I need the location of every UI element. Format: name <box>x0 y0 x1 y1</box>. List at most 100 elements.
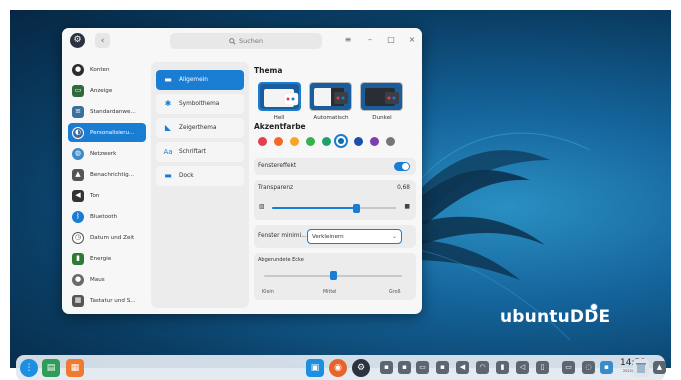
sidebar-item-bluetooth[interactable]: ᛒ Bluetooth <box>68 207 146 226</box>
icon-theme-icon: ✱ <box>164 99 172 108</box>
sidebar-item-personalisierung[interactable]: ◐ Personalisieru... <box>68 123 146 142</box>
submenu-item-dock[interactable]: ▬ Dock <box>156 166 244 186</box>
submenu-item-symbolthema[interactable]: ✱ Symbolthema <box>156 94 244 114</box>
mouse-icon: ● <box>72 273 84 286</box>
search-icon <box>229 37 236 45</box>
tray-app-icon[interactable]: ▪ <box>436 361 449 374</box>
submenu-item-schriftart[interactable]: Aa Schriftart <box>156 142 244 162</box>
accent-color-swatch[interactable] <box>334 134 348 148</box>
tray-toggle-icon[interactable]: ▯ <box>536 361 549 374</box>
tray-app-icon[interactable]: ▪ <box>380 361 393 374</box>
sidebar: ● Konten ▭ Anzeige ≡ Standardanwe... ◐ P… <box>62 54 149 314</box>
theme-card-dark[interactable] <box>360 82 403 111</box>
battery-icon: ▮ <box>72 252 84 265</box>
window-effect-toggle[interactable] <box>394 162 410 171</box>
theme-label-auto: Automatisch <box>313 115 349 121</box>
theme-card-light[interactable] <box>258 82 301 111</box>
sidebar-item-label: Datum und Zeit <box>90 234 135 241</box>
dock: ⋮ ▤ ▦ ▣ ◉ ⚙ ▪ ▪ ▭ ▪ ◀ ◠ ▮ ◁ ▯ ▭ ◌ ▪ 14:5… <box>16 355 666 380</box>
sidebar-item-maus[interactable]: ● Maus <box>68 270 146 289</box>
notification-icon: ▲ <box>72 168 84 181</box>
sidebar-item-ton[interactable]: ◀ Ton <box>68 186 146 205</box>
tray-app-icon[interactable]: ◌ <box>582 361 595 374</box>
wifi-icon[interactable]: ◠ <box>476 361 489 374</box>
sidebar-item-datum-und-zeit[interactable]: ◷ Datum und Zeit <box>68 228 146 247</box>
launcher-icon[interactable]: ⋮ <box>20 359 38 377</box>
accent-color-swatch[interactable] <box>370 137 379 146</box>
trash-glyph <box>636 363 646 373</box>
trash-icon[interactable] <box>633 359 649 377</box>
show-desktop-icon[interactable]: ▦ <box>66 359 84 377</box>
maximize-button[interactable]: □ <box>385 34 397 46</box>
submenu-item-label: Zeigerthema <box>179 125 217 131</box>
clock-icon: ◷ <box>72 231 84 244</box>
notification-center-icon[interactable]: ▲ <box>653 361 666 374</box>
minimize-button[interactable]: – <box>364 34 376 46</box>
transparency-slider-thumb[interactable] <box>352 204 360 213</box>
sidebar-item-konten[interactable]: ● Konten <box>68 60 146 79</box>
titlebar: ⚙ ‹ Suchen ≡ – □ × <box>62 28 422 54</box>
sidebar-item-label: Personalisieru... <box>90 129 135 136</box>
accent-color-swatch[interactable] <box>306 137 315 146</box>
file-manager-icon[interactable]: ▣ <box>306 359 324 377</box>
submenu-item-allgemein[interactable]: ▬ Allgemein <box>156 70 244 90</box>
submenu-item-zeigerthema[interactable]: ◣ Zeigerthema <box>156 118 244 138</box>
accent-color-swatch[interactable] <box>354 137 363 146</box>
sidebar-item-anzeige[interactable]: ▭ Anzeige <box>68 81 146 100</box>
transparency-row: Transparenz 0,68 ▨ ■ <box>254 180 416 220</box>
tray-window-icon[interactable]: ▭ <box>416 361 429 374</box>
theme-section-title: Thema <box>254 66 283 75</box>
sidebar-item-tastatur[interactable]: ▦ Tastatur und S... <box>68 291 146 310</box>
sidebar-item-label: Ton <box>90 192 100 199</box>
sidebar-item-label: Benachrichtig... <box>90 171 134 178</box>
firefox-icon[interactable]: ◉ <box>329 359 347 377</box>
default-apps-icon: ≡ <box>72 105 84 118</box>
sidebar-item-label: Standardanwe... <box>90 108 136 115</box>
tray-app-icon[interactable]: ▪ <box>398 361 411 374</box>
menu-button[interactable]: ≡ <box>342 34 354 46</box>
search-input[interactable]: Suchen <box>170 33 322 49</box>
accent-color-swatch[interactable] <box>258 137 267 146</box>
multitask-view-icon[interactable]: ▤ <box>42 359 60 377</box>
transparency-label: Transparenz <box>258 185 294 191</box>
sidebar-item-label: Energie <box>90 255 112 262</box>
transparency-slider-fill <box>272 207 357 209</box>
theme-card-auto[interactable] <box>309 82 352 111</box>
volume-icon[interactable]: ◀ <box>456 361 469 374</box>
back-button[interactable]: ‹ <box>95 33 110 48</box>
search-placeholder: Suchen <box>238 37 264 45</box>
window-effect-label: Fenstereffekt <box>258 163 297 169</box>
submenu-item-label: Schriftart <box>179 149 206 155</box>
rounded-tick-large: Groß <box>389 290 401 295</box>
auto-theme-preview <box>310 83 351 110</box>
window-icon: ▬ <box>164 75 172 84</box>
sidebar-item-standardanwendungen[interactable]: ≡ Standardanwe... <box>68 102 146 121</box>
sidebar-item-energie[interactable]: ▮ Energie <box>68 249 146 268</box>
network-icon: ◍ <box>72 147 84 160</box>
tray-app-icon[interactable]: ▭ <box>562 361 575 374</box>
tray-app-icon[interactable]: ▪ <box>600 361 613 374</box>
sidebar-item-netzwerk[interactable]: ◍ Netzwerk <box>68 144 146 163</box>
sidebar-item-label: Maus <box>90 276 105 283</box>
accent-color-swatch[interactable] <box>386 137 395 146</box>
submenu-item-label: Symbolthema <box>179 101 220 107</box>
accent-color-swatch[interactable] <box>274 137 283 146</box>
minimize-effect-dropdown[interactable]: Verkleinern ⌄ <box>307 229 402 244</box>
transparency-high-icon: ■ <box>404 203 410 210</box>
sound-icon: ◀ <box>72 189 84 202</box>
close-button[interactable]: × <box>406 34 418 46</box>
theme-label-dark: Dunkel <box>372 115 392 121</box>
settings-icon[interactable]: ⚙ <box>352 359 370 377</box>
battery-tray-icon[interactable]: ▮ <box>496 361 509 374</box>
theme-label-light: Hell <box>273 115 285 121</box>
accent-color-swatch[interactable] <box>290 137 299 146</box>
chevron-down-icon: ⌄ <box>391 233 397 240</box>
window-effect-row: Fenstereffekt <box>254 158 416 175</box>
accent-color-swatch[interactable] <box>322 137 331 146</box>
accent-color-row <box>254 134 416 150</box>
sidebar-item-benachrichtigungen[interactable]: ▲ Benachrichtig... <box>68 165 146 184</box>
user-icon: ● <box>72 63 84 76</box>
submenu-item-label: Allgemein <box>179 77 208 83</box>
speaker-icon[interactable]: ◁ <box>516 361 529 374</box>
rounded-corner-slider-thumb[interactable] <box>329 271 337 280</box>
